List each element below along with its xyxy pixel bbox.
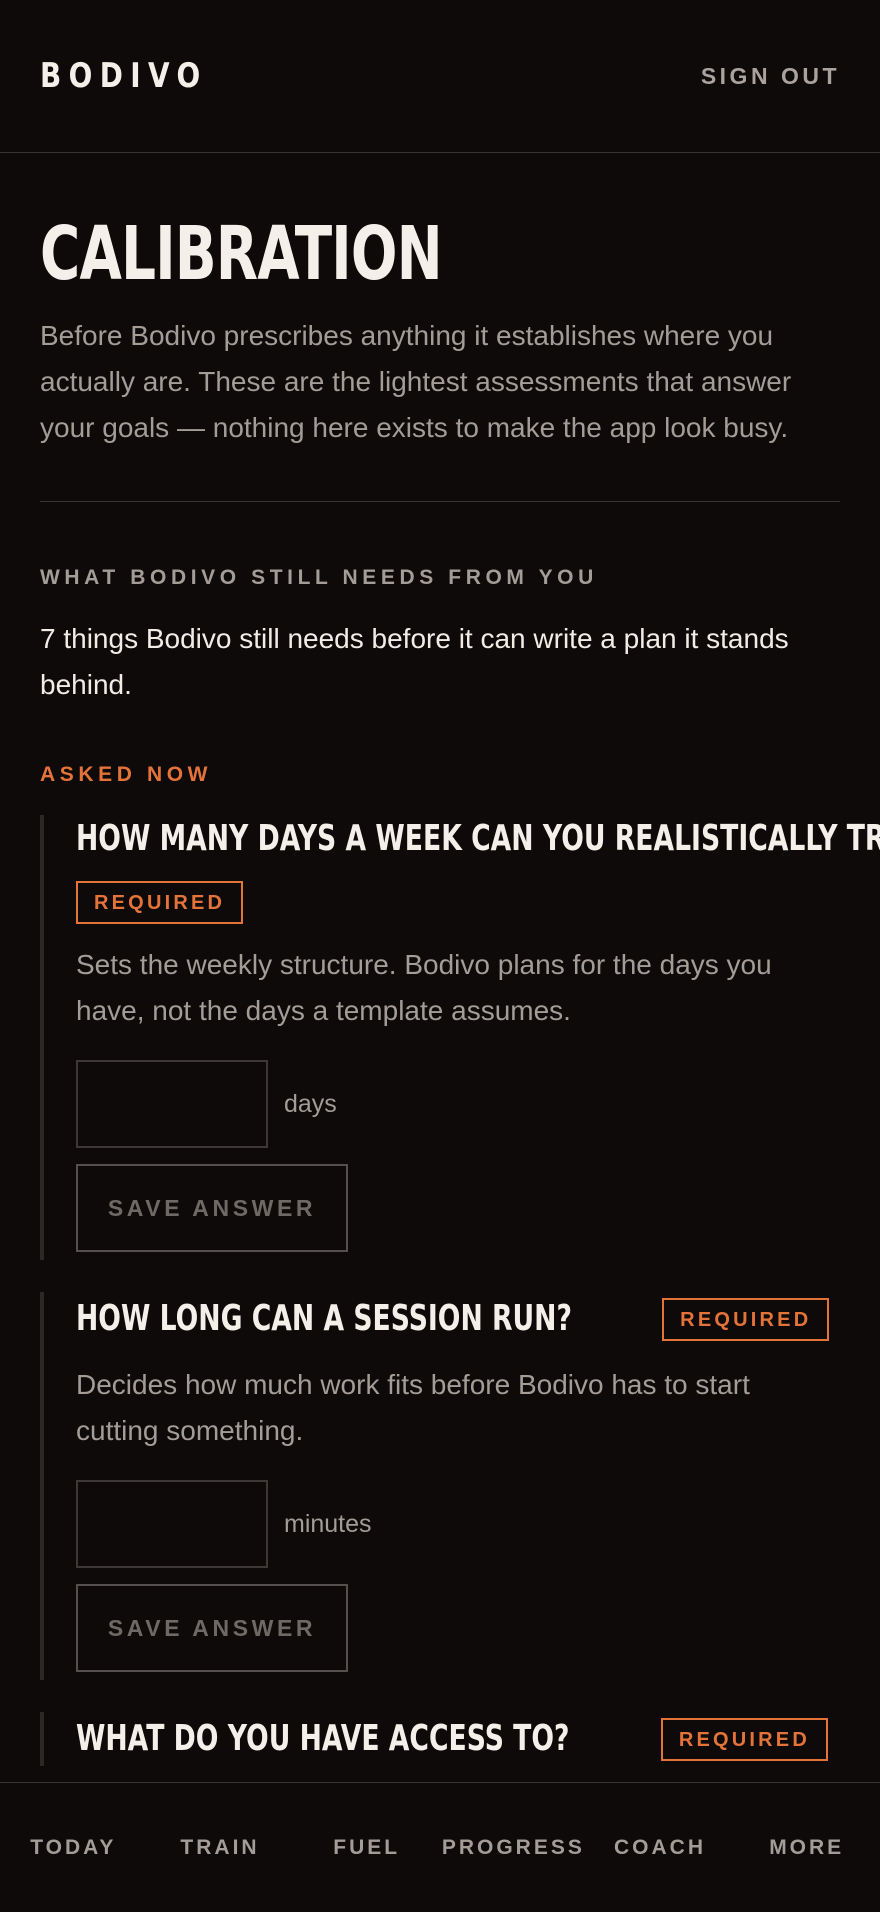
answer-row: days	[76, 1060, 840, 1148]
unit-label: days	[284, 1089, 337, 1118]
question-description: Decides how much work fits before Bodivo…	[76, 1369, 750, 1446]
question-session-length: HOW LONG CAN A SESSION RUN? REQUIRED Dec…	[40, 1292, 840, 1680]
unit-label: minutes	[284, 1509, 372, 1538]
answer-row: minutes	[76, 1480, 840, 1568]
required-badge: REQUIRED	[662, 1297, 830, 1341]
question-title: WHAT DO YOU HAVE ACCESS TO?	[76, 1718, 570, 1759]
session-length-input[interactable]	[76, 1480, 268, 1568]
brand-logo[interactable]: BODIVO	[40, 56, 208, 96]
question-training-days: HOW MANY DAYS A WEEK CAN YOU REALISTICAL…	[40, 815, 880, 1260]
required-badge: REQUIRED	[660, 1717, 828, 1761]
question-description: Sets the weekly structure. Bodivo plans …	[76, 949, 772, 1026]
nav-progress[interactable]: PROGRESS	[440, 1783, 587, 1912]
asked-now-label: ASKED NOW	[40, 763, 213, 786]
required-badge: REQUIRED	[76, 881, 244, 924]
save-answer-button[interactable]: SAVE ANSWER	[76, 1164, 348, 1252]
nav-fuel[interactable]: FUEL	[293, 1783, 440, 1912]
nav-today[interactable]: TODAY	[0, 1783, 147, 1912]
training-days-input[interactable]	[76, 1060, 268, 1148]
calibration-screen: BODIVO SIGN OUT CALIBRATION Before Bodiv…	[0, 0, 880, 1912]
nav-train[interactable]: TRAIN	[147, 1783, 294, 1912]
main-content: CALIBRATION Before Bodivo prescribes any…	[0, 217, 880, 1766]
needs-summary: 7 things Bodivo still needs before it ca…	[40, 623, 789, 700]
sign-out-button[interactable]: SIGN OUT	[701, 63, 840, 90]
question-title: HOW LONG CAN A SESSION RUN?	[76, 1298, 572, 1339]
needs-kicker: WHAT BODIVO STILL NEEDS FROM YOU	[40, 566, 598, 589]
question-equipment-access: WHAT DO YOU HAVE ACCESS TO? REQUIRED	[40, 1712, 840, 1766]
page-lead: Before Bodivo prescribes anything it est…	[40, 320, 792, 443]
save-answer-button[interactable]: SAVE ANSWER	[76, 1584, 348, 1672]
nav-coach[interactable]: COACH	[587, 1783, 734, 1912]
top-bar: BODIVO SIGN OUT	[0, 0, 880, 153]
nav-more[interactable]: MORE	[733, 1783, 880, 1912]
question-title: HOW MANY DAYS A WEEK CAN YOU REALISTICAL…	[76, 818, 880, 859]
page-title: CALIBRATION	[40, 211, 443, 297]
bottom-nav: TODAY TRAIN FUEL PROGRESS COACH MORE	[0, 1782, 880, 1912]
section-divider	[40, 501, 840, 502]
